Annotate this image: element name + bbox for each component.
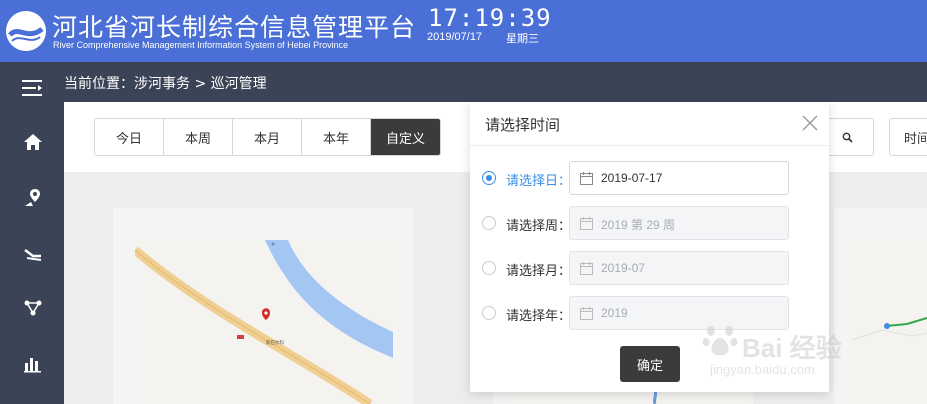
tab-this-month[interactable]: 本月 — [233, 119, 302, 155]
option-month-label[interactable]: 请选择月： — [506, 260, 571, 279]
paw-icon — [702, 326, 738, 356]
radio-year[interactable] — [482, 306, 496, 320]
map-view[interactable]: 新巴尔科 — [135, 240, 393, 404]
day-date-input[interactable]: 2019-07-17 — [569, 161, 789, 195]
option-month: 请选择月： 2019-07 — [482, 251, 812, 285]
modal-header: 请选择时间 — [470, 102, 829, 146]
search-icon — [842, 132, 853, 143]
network-icon[interactable] — [18, 294, 48, 322]
app-subtitle: River Comprehensive Management Informati… — [53, 40, 349, 50]
calendar-icon — [580, 172, 593, 185]
search-button[interactable] — [822, 118, 874, 156]
radio-week[interactable] — [482, 216, 496, 230]
confirm-button[interactable]: 确定 — [620, 346, 680, 382]
tab-today[interactable]: 今日 — [95, 119, 164, 155]
breadcrumb-bar: 当前位置：涉河事务 > 巡河管理 — [64, 62, 927, 102]
option-day-label[interactable]: 请选择日： — [506, 170, 571, 189]
option-day: 请选择日： 2019-07-17 — [482, 161, 812, 195]
option-week-label[interactable]: 请选择周： — [506, 215, 571, 234]
month-input[interactable]: 2019-07 — [569, 251, 789, 285]
clock-weekday: 星期三 — [506, 32, 539, 45]
calendar-icon — [580, 307, 593, 320]
calendar-icon — [580, 262, 593, 275]
close-icon[interactable] — [801, 114, 819, 132]
app-header: 河北省河长制综合信息管理平台 River Comprehensive Manag… — [0, 0, 927, 62]
patrol-card[interactable]: 新巴尔科 — [113, 208, 413, 404]
calendar-icon — [580, 217, 593, 230]
time-dropdown[interactable]: 时间 — [889, 118, 927, 156]
breadcrumb: 当前位置：涉河事务 > 巡河管理 — [64, 76, 267, 92]
tab-this-week[interactable]: 本周 — [164, 119, 233, 155]
logo-icon — [6, 11, 46, 51]
clock-date: 2019/07/17 — [427, 31, 483, 43]
week-input[interactable]: 2019 第 29 周 — [569, 206, 789, 240]
app-title: 河北省河长制综合信息管理平台 — [52, 13, 417, 42]
year-value: 2019 — [601, 306, 628, 320]
week-value: 2019 第 29 周 — [601, 218, 676, 232]
month-value: 2019-07 — [601, 261, 646, 275]
option-year-label[interactable]: 请选择年： — [506, 305, 571, 324]
watermark-brand: Bai 经验 — [742, 333, 842, 363]
location-pin-icon[interactable] — [18, 184, 48, 212]
modal-title: 请选择时间 — [485, 116, 561, 134]
tab-this-year[interactable]: 本年 — [302, 119, 371, 155]
radio-day[interactable] — [482, 171, 496, 185]
map-marker-label: 新巴尔科 — [266, 339, 284, 346]
river-icon[interactable] — [18, 239, 48, 267]
period-tabs: 今日 本周 本月 本年 自定义 — [94, 118, 441, 156]
baidu-watermark: Bai 经验 jingyan.baidu.com — [702, 298, 882, 388]
sidebar — [0, 62, 64, 404]
clock-time: 17:19:39 — [428, 4, 552, 32]
map-image: 新巴尔科 — [135, 240, 393, 404]
home-icon[interactable] — [18, 128, 48, 156]
option-week: 请选择周： 2019 第 29 周 — [482, 206, 812, 240]
radio-month[interactable] — [482, 261, 496, 275]
day-date-value: 2019-07-17 — [601, 171, 663, 185]
tab-custom[interactable]: 自定义 — [371, 119, 440, 155]
bar-chart-icon[interactable] — [18, 350, 48, 378]
watermark-url: jingyan.baidu.com — [710, 362, 815, 377]
menu-toggle-icon[interactable] — [18, 74, 48, 102]
